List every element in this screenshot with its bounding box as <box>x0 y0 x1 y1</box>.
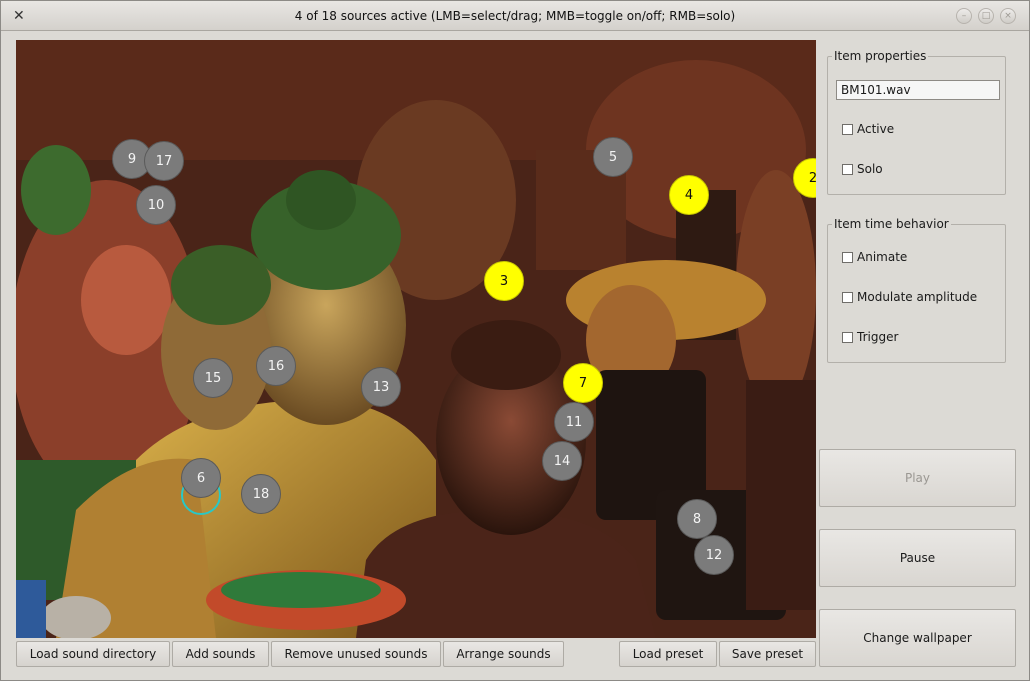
sound-source-13[interactable]: 13 <box>361 367 401 407</box>
minimize-icon[interactable]: – <box>956 8 972 24</box>
sound-file-name-field[interactable]: BM101.wav <box>836 80 1000 100</box>
play-button[interactable]: Play <box>819 449 1016 507</box>
item-time-behavior-title: Item time behavior <box>832 217 951 231</box>
maximize-icon[interactable]: □ <box>978 8 994 24</box>
checkbox-box[interactable] <box>842 163 853 175</box>
add-sounds-button[interactable]: Add sounds <box>172 641 269 667</box>
modulate-amplitude-label: Modulate amplitude <box>857 290 978 304</box>
sound-source-18[interactable]: 18 <box>241 474 281 514</box>
save-preset-button[interactable]: Save preset <box>719 641 816 667</box>
sound-source-11[interactable]: 11 <box>554 402 594 442</box>
sound-source-3[interactable]: 3 <box>484 261 524 301</box>
close-icon[interactable]: × <box>1000 8 1016 24</box>
sound-source-6[interactable]: 6 <box>181 458 221 498</box>
solo-label: Solo <box>857 162 883 176</box>
item-properties-title: Item properties <box>832 49 929 63</box>
sound-source-4[interactable]: 4 <box>669 175 709 215</box>
load-sound-directory-button[interactable]: Load sound directory <box>16 641 170 667</box>
trigger-label: Trigger <box>857 330 899 344</box>
sound-source-14[interactable]: 14 <box>542 441 582 481</box>
app-window: ✕ 4 of 18 sources active (LMB=select/dra… <box>0 0 1030 681</box>
animate-checkbox[interactable]: Animate <box>842 250 907 264</box>
pause-button[interactable]: Pause <box>819 529 1016 587</box>
sound-source-17[interactable]: 17 <box>144 141 184 181</box>
active-label: Active <box>857 122 895 136</box>
remove-unused-sounds-button[interactable]: Remove unused sounds <box>271 641 441 667</box>
window-title: 4 of 18 sources active (LMB=select/drag;… <box>294 9 736 23</box>
modulate-amplitude-checkbox[interactable]: Modulate amplitude <box>842 290 977 304</box>
change-wallpaper-button[interactable]: Change wallpaper <box>819 609 1016 667</box>
sound-source-8[interactable]: 8 <box>677 499 717 539</box>
sound-source-12[interactable]: 12 <box>694 535 734 575</box>
title-bar[interactable]: ✕ 4 of 18 sources active (LMB=select/dra… <box>1 1 1029 31</box>
sound-source-15[interactable]: 15 <box>193 358 233 398</box>
checkbox-box[interactable] <box>842 331 853 343</box>
checkbox-box[interactable] <box>842 251 853 263</box>
animate-label: Animate <box>857 250 908 264</box>
active-checkbox[interactable]: Active <box>842 122 894 136</box>
arrange-sounds-button[interactable]: Arrange sounds <box>443 641 564 667</box>
sound-canvas[interactable]: 9 17 10 5 4 2 3 16 15 13 7 11 14 6 18 8 12 <box>16 40 816 638</box>
solo-checkbox[interactable]: Solo <box>842 162 883 176</box>
checkbox-box[interactable] <box>842 291 853 303</box>
sound-source-10[interactable]: 10 <box>136 185 176 225</box>
trigger-checkbox[interactable]: Trigger <box>842 330 898 344</box>
load-preset-button[interactable]: Load preset <box>619 641 717 667</box>
sound-source-16[interactable]: 16 <box>256 346 296 386</box>
sound-source-7[interactable]: 7 <box>563 363 603 403</box>
checkbox-box[interactable] <box>842 123 853 135</box>
sound-source-5[interactable]: 5 <box>593 137 633 177</box>
